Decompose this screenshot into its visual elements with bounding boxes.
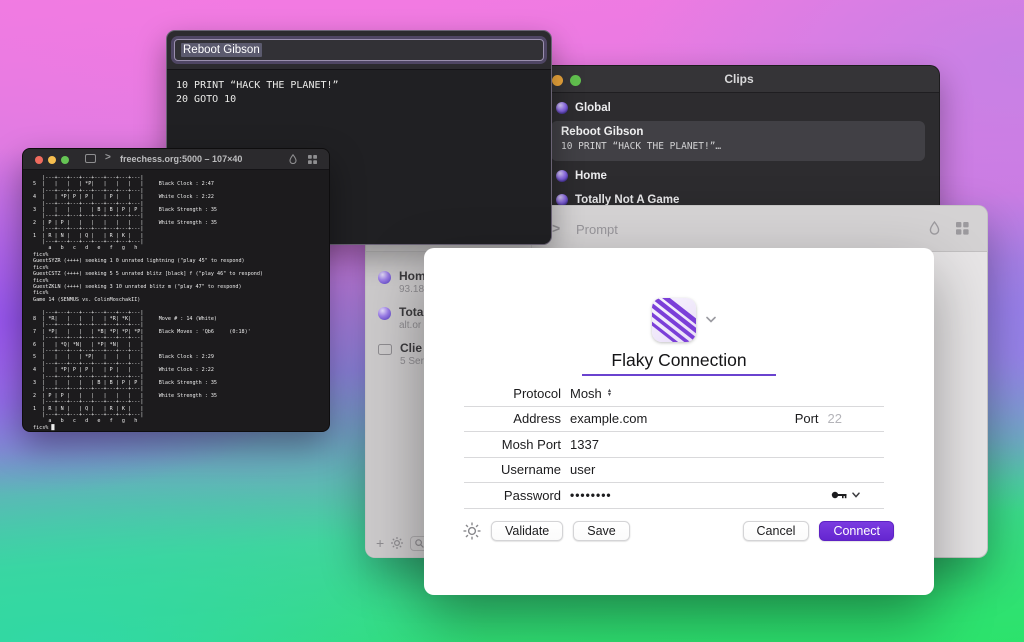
- save-button[interactable]: Save: [573, 521, 630, 541]
- dialog-buttons: Validate Save Cancel Connect: [463, 520, 894, 542]
- protocol-row: Protocol Mosh ▲▼: [464, 381, 884, 407]
- validate-button[interactable]: Validate: [491, 521, 563, 541]
- gear-icon[interactable]: [391, 537, 403, 549]
- terminal-line: GuestZKLN (++++) seeking 3 10 unrated bl…: [33, 284, 263, 290]
- terminal-line: GuestCSTZ (++++) seeking 5 5 unrated bli…: [33, 271, 263, 277]
- host-subtitle: alt.or: [399, 320, 423, 331]
- password-row: Password ••••••••: [464, 483, 884, 509]
- minimize-button[interactable]: [48, 156, 56, 164]
- port-label: Port: [795, 411, 819, 426]
- password-field[interactable]: ••••••••: [570, 488, 612, 502]
- section-label: Home: [575, 170, 607, 182]
- app-icon[interactable]: [652, 298, 696, 342]
- close-button[interactable]: [35, 156, 43, 164]
- username-label: Username: [464, 462, 561, 477]
- terminal-line: fics% █: [33, 425, 263, 431]
- globe-icon: [556, 170, 568, 182]
- address-row: Address example.com Port 22: [464, 407, 884, 433]
- folder-icon: [378, 344, 392, 355]
- connection-form: Protocol Mosh ▲▼ Address example.com Por…: [464, 381, 884, 509]
- address-field[interactable]: example.com: [570, 411, 647, 426]
- password-label: Password: [464, 488, 561, 503]
- advanced-settings-icon[interactable]: [463, 522, 481, 540]
- host-title: Tota: [399, 305, 423, 319]
- add-host-icon[interactable]: +: [376, 536, 384, 550]
- clip-preview: 10 PRINT “HACK THE PLANET!”…: [561, 141, 915, 152]
- username-row: Username user: [464, 458, 884, 484]
- clip-item-selected[interactable]: Reboot Gibson 10 PRINT “HACK THE PLANET!…: [551, 121, 925, 161]
- terminal-window: > freechess.org:5000 – 107×40 |---+---+-…: [22, 148, 330, 432]
- terminal-titlebar[interactable]: > freechess.org:5000 – 107×40: [23, 149, 329, 170]
- clips-titlebar[interactable]: Clips: [539, 66, 939, 93]
- popup-stepper-icon: ▲▼: [607, 389, 612, 397]
- connect-button[interactable]: Connect: [819, 521, 894, 541]
- key-icon[interactable]: [831, 490, 848, 500]
- host-subtitle: 5 Ser: [400, 356, 424, 367]
- terminal-title: freechess.org:5000 – 107×40: [120, 154, 242, 164]
- port-field[interactable]: 22: [828, 411, 842, 426]
- search-icon: [415, 539, 424, 548]
- host-title: Clie: [400, 341, 424, 355]
- host-title: Hom: [399, 269, 426, 283]
- sidebar-host-item[interactable]: Tota alt.or: [378, 305, 423, 331]
- clip-name-value: Reboot Gibson: [181, 43, 262, 57]
- password-options-chevron-icon[interactable]: [852, 492, 860, 498]
- layout-grid-icon[interactable]: [956, 222, 969, 235]
- clip-code-text: 10 PRINT “HACK THE PLANET!”20 GOTO 10: [176, 79, 339, 107]
- tab-prompt[interactable]: Prompt: [576, 222, 618, 237]
- username-field[interactable]: user: [570, 462, 595, 477]
- cancel-button[interactable]: Cancel: [743, 521, 810, 541]
- icon-chooser-chevron-icon[interactable]: [706, 316, 716, 323]
- title-underline: [582, 374, 776, 376]
- globe-icon: [378, 307, 391, 320]
- globe-icon: [556, 102, 568, 114]
- host-subtitle: 93.18: [399, 284, 426, 295]
- section-label: Global: [575, 102, 611, 114]
- terminal-line: GuestSYZR (++++) seeking 1 0 unrated lig…: [33, 258, 263, 264]
- ink-drop-icon[interactable]: [289, 154, 297, 164]
- mosh-port-label: Mosh Port: [464, 437, 561, 452]
- window-icon: [85, 154, 96, 163]
- prompt-icon: >: [105, 152, 111, 163]
- mosh-port-field[interactable]: 1337: [570, 437, 599, 452]
- ink-drop-icon[interactable]: [929, 221, 940, 235]
- sidebar-host-item[interactable]: Hom 93.18: [378, 269, 426, 295]
- terminal-output[interactable]: |---+---+---+---+---+---+---+---|5 | | |…: [33, 175, 263, 431]
- window-title: Clips: [539, 72, 939, 86]
- connection-name-input[interactable]: Flaky Connection: [424, 350, 934, 371]
- clips-section-global[interactable]: Global: [556, 102, 611, 114]
- layout-grid-icon[interactable]: [308, 155, 317, 164]
- globe-icon: [378, 271, 391, 284]
- protocol-select[interactable]: Mosh ▲▼: [570, 386, 612, 401]
- zoom-button[interactable]: [61, 156, 69, 164]
- clips-section-home[interactable]: Home: [556, 170, 607, 182]
- address-label: Address: [464, 411, 561, 426]
- clip-title: Reboot Gibson: [561, 126, 915, 138]
- prompt-icon: >: [552, 220, 560, 236]
- mosh-port-row: Mosh Port 1337: [464, 432, 884, 458]
- clip-name-input[interactable]: Reboot Gibson: [174, 39, 544, 61]
- connection-dialog: Flaky Connection Protocol Mosh ▲▼ Addres…: [424, 248, 934, 595]
- clips-window: Clips Global Reboot Gibson 10 PRINT “HAC…: [538, 65, 940, 225]
- protocol-label: Protocol: [464, 386, 561, 401]
- sidebar-host-item[interactable]: Clie 5 Ser: [378, 341, 424, 367]
